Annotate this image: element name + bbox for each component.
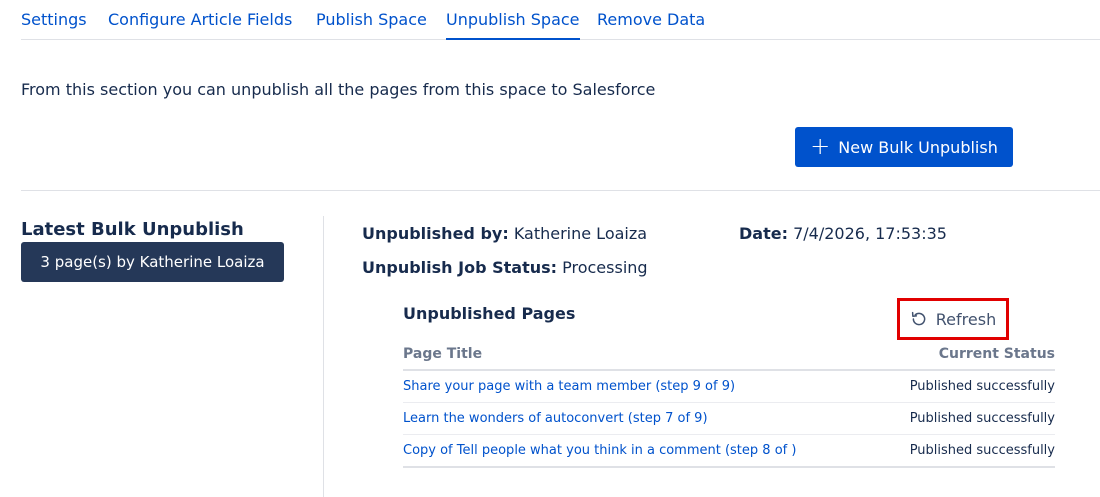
table-row: Share your page with a team member (step… [403, 371, 1055, 403]
unpublished-by-value: Katherine Loaiza [513, 224, 648, 243]
plus-icon: + [810, 132, 831, 160]
unpublished-pages-table: Page Title Current Status Share your pag… [403, 342, 1055, 468]
job-date-label: Date: [739, 224, 788, 243]
tab-publish-space[interactable]: Publish Space [316, 10, 427, 30]
tab-bar: Settings Configure Article Fields Publis… [21, 0, 1100, 40]
vertical-divider [323, 216, 324, 497]
section-description: From this section you can unpublish all … [21, 80, 656, 99]
latest-bulk-unpublish-badge[interactable]: 3 page(s) by Katherine Loaiza [21, 242, 284, 282]
column-header-current-status: Current Status [938, 346, 1055, 362]
unpublished-pages-title: Unpublished Pages [403, 304, 576, 323]
page-status: Published successfully [909, 442, 1055, 458]
tab-remove-data[interactable]: Remove Data [597, 10, 705, 30]
unpublished-by-label: Unpublished by: [362, 224, 509, 243]
unpublished-by: Unpublished by: Katherine Loaiza [362, 224, 647, 244]
refresh-button[interactable]: Refresh [897, 298, 1009, 340]
new-bulk-unpublish-label: New Bulk Unpublish [838, 137, 998, 157]
refresh-label: Refresh [935, 309, 997, 329]
table-row: Copy of Tell people what you think in a … [403, 435, 1055, 468]
page-status: Published successfully [909, 378, 1055, 394]
tab-unpublish-space[interactable]: Unpublish Space [446, 10, 580, 40]
table-row: Learn the wonders of autoconvert (step 7… [403, 403, 1055, 435]
page-status: Published successfully [909, 410, 1055, 426]
page-title-link[interactable]: Learn the wonders of autoconvert (step 7… [403, 410, 708, 428]
latest-bulk-unpublish-title: Latest Bulk Unpublish [21, 219, 244, 240]
job-status-label: Unpublish Job Status: [362, 258, 558, 277]
new-bulk-unpublish-button[interactable]: + New Bulk Unpublish [795, 127, 1013, 167]
column-header-page-title: Page Title [403, 346, 483, 362]
table-header: Page Title Current Status [403, 342, 1055, 371]
section-divider [21, 190, 1100, 191]
tab-configure-article-fields[interactable]: Configure Article Fields [108, 10, 292, 30]
job-date-value: 7/4/2026, 17:53:35 [793, 224, 947, 243]
tab-settings[interactable]: Settings [21, 10, 87, 30]
page-title-link[interactable]: Share your page with a team member (step… [403, 378, 735, 396]
page-title-link[interactable]: Copy of Tell people what you think in a … [403, 442, 796, 460]
job-status-value: Processing [562, 258, 648, 277]
job-status: Unpublish Job Status: Processing [362, 258, 648, 278]
refresh-icon [910, 310, 928, 328]
job-date: Date: 7/4/2026, 17:53:35 [739, 224, 947, 244]
